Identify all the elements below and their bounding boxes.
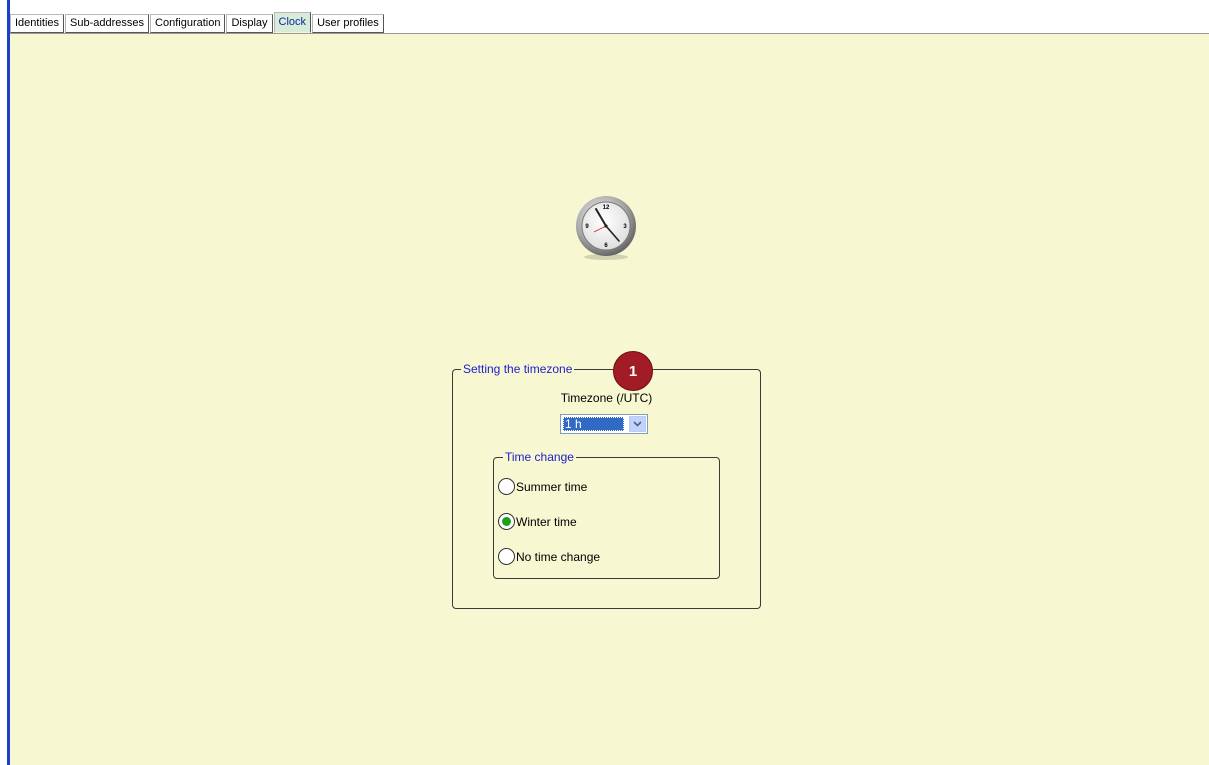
timezone-label: Timezone (/UTC)	[560, 391, 653, 405]
tab-clock[interactable]: Clock	[273, 12, 312, 33]
tab-identities[interactable]: Identities	[10, 14, 65, 33]
tab-user-profiles[interactable]: User profiles	[312, 14, 384, 33]
time-change-groupbox: Time change Summer time Winter time No t…	[493, 450, 720, 579]
radio-no-time-change[interactable]: No time change	[498, 548, 600, 565]
tab-configuration[interactable]: Configuration	[150, 14, 226, 33]
tab-display[interactable]: Display	[226, 14, 273, 33]
radio-label: Summer time	[516, 479, 588, 494]
clock-settings-panel: 12 3 6 9 Setting the timezone 1 Timezone…	[10, 33, 1209, 765]
timezone-groupbox: Setting the timezone 1 Timezone (/UTC) 1…	[452, 351, 761, 609]
chevron-down-icon	[633, 421, 642, 427]
time-change-groupbox-title: Time change	[503, 450, 576, 464]
radio-label: No time change	[516, 549, 601, 564]
svg-text:12: 12	[603, 205, 610, 211]
timezone-dropdown-button[interactable]	[629, 416, 646, 432]
clock-icon: 12 3 6 9	[576, 196, 636, 260]
radio-button[interactable]	[498, 478, 515, 495]
radio-button[interactable]	[498, 513, 515, 530]
timezone-groupbox-title: Setting the timezone	[461, 362, 575, 376]
radio-button[interactable]	[498, 548, 515, 565]
step-badge: 1	[613, 351, 653, 391]
radio-summer-time[interactable]: Summer time	[498, 478, 587, 495]
timezone-select[interactable]: 1 h	[560, 414, 648, 434]
radio-label: Winter time	[516, 514, 577, 529]
radio-winter-time[interactable]: Winter time	[498, 513, 577, 530]
timezone-selected-value: 1 h	[563, 417, 624, 431]
tab-sub-addresses[interactable]: Sub-addresses	[65, 14, 150, 33]
tab-bar: Identities Sub-addresses Configuration D…	[10, 12, 385, 33]
